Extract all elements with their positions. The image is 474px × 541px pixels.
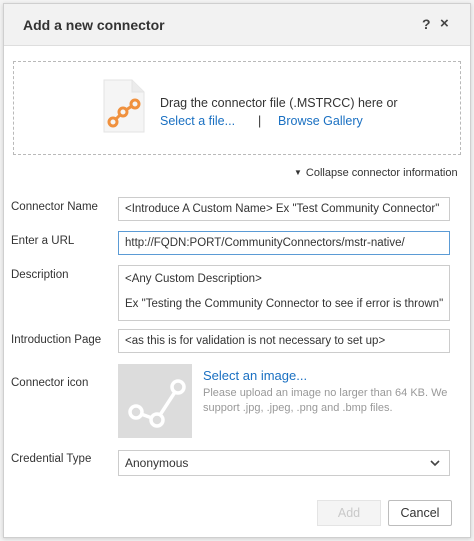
- link-separator: |: [258, 114, 262, 128]
- url-label: Enter a URL: [11, 235, 75, 247]
- collapse-label: Collapse connector information: [305, 167, 458, 179]
- browse-gallery-link[interactable]: Browse Gallery: [278, 114, 363, 128]
- cancel-button[interactable]: Cancel: [388, 500, 452, 526]
- credential-type-value: Anonymous: [125, 456, 189, 470]
- connector-name-input[interactable]: <Introduce A Custom Name> Ex "Test Commu…: [118, 197, 450, 221]
- credential-type-label: Credential Type: [11, 453, 92, 465]
- description-line-1: <Any Custom Description>: [125, 273, 262, 285]
- description-label: Description: [11, 269, 69, 281]
- connector-placeholder-icon: [118, 379, 192, 441]
- help-button[interactable]: ?: [422, 16, 431, 32]
- close-button[interactable]: ×: [440, 15, 449, 32]
- select-image-link[interactable]: Select an image...: [203, 368, 307, 383]
- collapse-connector-info-toggle[interactable]: ▼ Collapse connector information: [294, 167, 458, 179]
- credential-type-select[interactable]: Anonymous: [118, 450, 450, 476]
- intro-page-input[interactable]: <as this is for validation is not necess…: [118, 329, 450, 353]
- connector-name-label: Connector Name: [11, 201, 98, 213]
- connector-icon-label: Connector icon: [11, 377, 89, 389]
- caret-down-icon: ▼: [294, 168, 302, 177]
- description-line-2: Ex "Testing the Community Connector to s…: [125, 298, 444, 310]
- add-connector-dialog: Add a new connector ? × Drag the connect…: [3, 3, 471, 538]
- image-upload-hint: Please upload an image no larger than 64…: [203, 387, 448, 414]
- add-button[interactable]: Add: [317, 500, 381, 526]
- intro-page-label: Introduction Page: [11, 334, 102, 346]
- dialog-title: Add a new connector: [23, 17, 165, 33]
- file-drop-zone[interactable]: Drag the connector file (.MSTRCC) here o…: [13, 61, 461, 155]
- connector-icon-preview[interactable]: [118, 364, 192, 438]
- url-input[interactable]: http://FQDN:PORT/CommunityConnectors/mst…: [118, 231, 450, 255]
- description-textarea[interactable]: <Any Custom Description> Ex "Testing the…: [118, 265, 450, 321]
- connector-file-icon: [100, 78, 146, 137]
- dialog-titlebar: Add a new connector ? ×: [4, 4, 470, 46]
- drop-instructions: Drag the connector file (.MSTRCC) here o…: [160, 96, 398, 110]
- select-file-link[interactable]: Select a file...: [160, 114, 235, 128]
- chevron-down-icon: [429, 451, 441, 483]
